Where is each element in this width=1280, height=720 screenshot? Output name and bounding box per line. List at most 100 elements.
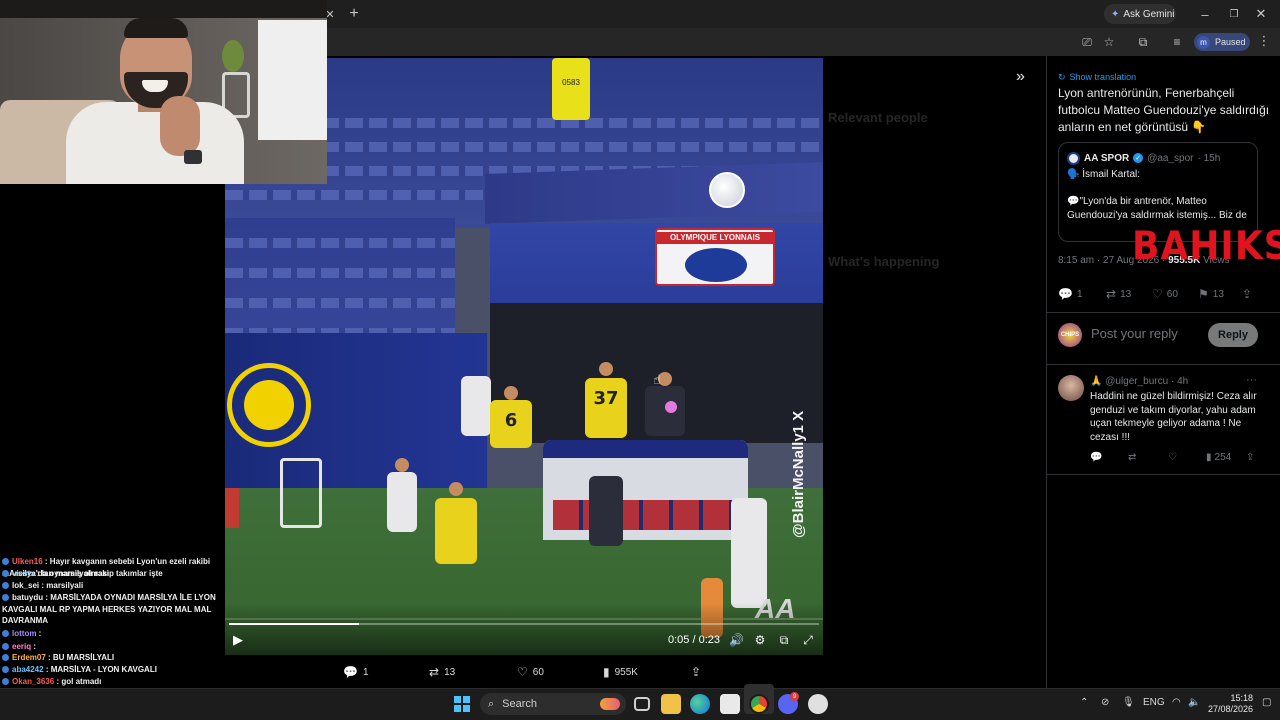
show-translation-link[interactable]: ↻ Show translation bbox=[1058, 70, 1218, 84]
chat-separator: : bbox=[45, 653, 53, 662]
file-explorer-icon[interactable] bbox=[661, 694, 681, 714]
share-action[interactable]: ⇪ bbox=[691, 664, 701, 680]
speaker-icon[interactable]: 🔈 bbox=[1188, 697, 1200, 708]
maximize-window-button[interactable]: ❐ bbox=[1225, 5, 1243, 23]
chat-username[interactable]: Ulken16 bbox=[12, 557, 43, 566]
new-tab-button[interactable]: + bbox=[345, 5, 363, 23]
comment-reply-button[interactable]: 💬 bbox=[1090, 452, 1102, 463]
fullscreen-icon[interactable]: ⤢ bbox=[801, 633, 815, 647]
player-figure bbox=[435, 498, 477, 564]
tweet-like-button[interactable]: ♡ 60 bbox=[1152, 286, 1178, 302]
comment-emoji: 🙏 bbox=[1090, 376, 1103, 387]
wifi-icon[interactable]: ◠ bbox=[1172, 697, 1181, 708]
bookmark-star-icon[interactable]: ☆ bbox=[1100, 33, 1118, 51]
mouse-cursor-icon: ☝ bbox=[653, 372, 661, 387]
tweet-bookmark-count: 13 bbox=[1212, 288, 1224, 300]
notifications-icon[interactable]: ▢ bbox=[1262, 697, 1271, 708]
chat-username[interactable]: viestx bbox=[12, 569, 35, 578]
gemini-spark-icon: ✦ bbox=[1111, 8, 1120, 20]
comment-repost-button[interactable]: ⇄ bbox=[1128, 452, 1136, 463]
edge-browser-icon[interactable] bbox=[690, 694, 710, 714]
reply-button[interactable]: Reply bbox=[1208, 323, 1258, 347]
comment-views[interactable]: ▮ 254 bbox=[1206, 452, 1231, 463]
comment-actions: 💬 ⇄ ♡ ▮ 254 ⇪ bbox=[1090, 452, 1260, 466]
chrome-browser-icon[interactable] bbox=[749, 694, 769, 714]
heart-icon: ♡ bbox=[517, 665, 528, 679]
video-progress-bar[interactable] bbox=[229, 623, 819, 625]
comment-avatar[interactable] bbox=[1058, 375, 1084, 401]
reply-action[interactable]: 💬 1 bbox=[343, 664, 369, 680]
reply-input[interactable]: Post your reply bbox=[1091, 326, 1201, 344]
chat-text: lan marsilyalı rakip takımlar işte bbox=[41, 569, 163, 578]
video-watermark-handle: @BlairMcNally1 X bbox=[790, 410, 807, 538]
clock-time: 15:18 bbox=[1230, 693, 1253, 703]
chat-username[interactable]: Okan_3636 bbox=[12, 677, 54, 686]
quoted-author-name: AA SPOR bbox=[1084, 152, 1130, 164]
views-action[interactable]: ▮ 955K bbox=[603, 664, 638, 680]
comment-handle[interactable]: @ulger_burcu bbox=[1105, 376, 1168, 387]
fenerbahce-crest bbox=[227, 363, 311, 447]
chat-username[interactable]: batuydu bbox=[12, 593, 43, 602]
player-figure bbox=[387, 472, 417, 532]
chat-username[interactable]: lottom bbox=[12, 629, 36, 638]
whats-happening-heading: What's happening bbox=[828, 254, 940, 269]
chat-username[interactable]: eeriq bbox=[12, 642, 31, 651]
task-view-icon[interactable] bbox=[634, 697, 650, 711]
tweet-bookmark-button[interactable]: ⚑ 13 bbox=[1198, 286, 1224, 302]
team-bench bbox=[543, 440, 748, 540]
repost-icon: ⇄ bbox=[1128, 452, 1137, 463]
picture-in-picture-icon[interactable]: ⧉ bbox=[777, 633, 791, 647]
settings-gear-icon[interactable]: ⚙ bbox=[753, 633, 767, 647]
reply-avatar: CHIPS bbox=[1058, 323, 1082, 347]
comment-header: 🙏 @ulger_burcu · 4h bbox=[1090, 376, 1240, 387]
ask-gemini-button[interactable]: ✦ Ask Gemini bbox=[1104, 4, 1176, 24]
close-window-button[interactable]: ✕ bbox=[1252, 5, 1270, 23]
app-icon[interactable] bbox=[808, 694, 828, 714]
profile-paused-button[interactable]: m Paused bbox=[1194, 33, 1250, 51]
chat-message: viestx : lan marsilyalı rakip takımlar i… bbox=[2, 568, 224, 580]
language-indicator[interactable]: ENG bbox=[1143, 697, 1165, 708]
controls-overlay bbox=[225, 603, 823, 655]
chat-username[interactable]: aba4242 bbox=[12, 665, 44, 674]
reply-count: 1 bbox=[362, 666, 369, 678]
like-action[interactable]: ♡ 60 bbox=[517, 664, 544, 680]
tweet-text: Lyon antrenörünün, Fenerbahçeli futbolcu… bbox=[1058, 86, 1270, 134]
taskbar-search[interactable]: ⌕ Search bbox=[480, 693, 626, 715]
chat-message: Erdem07 : BU MARSİLYALI bbox=[2, 652, 224, 664]
quoted-text-body: 💬"Lyon'da bir antrenör, Matteo Guendouzi… bbox=[1067, 196, 1247, 221]
relevant-people-heading: Relevant people bbox=[828, 110, 928, 125]
browser-menu-icon[interactable]: ⋮ bbox=[1256, 33, 1272, 51]
taskbar-clock[interactable]: 15:18 27/08/2026 bbox=[1205, 693, 1253, 715]
video-progress-fill bbox=[229, 623, 359, 625]
comment-like-button[interactable]: ♡ bbox=[1168, 452, 1177, 463]
streamer-watch bbox=[184, 150, 202, 164]
more-options-icon[interactable]: ··· bbox=[1246, 374, 1260, 386]
volume-icon[interactable]: 🔊 bbox=[729, 633, 744, 647]
share-icon: ⇪ bbox=[691, 665, 702, 679]
quoted-tweet-header: AA SPOR ✓ @aa_spor · 15h bbox=[1067, 151, 1257, 165]
reading-list-icon[interactable]: ≡ bbox=[1168, 33, 1186, 51]
tweet-share-button[interactable]: ⇪ bbox=[1242, 286, 1252, 302]
microphone-icon[interactable]: 🎙 bbox=[1122, 697, 1135, 708]
player-head bbox=[599, 362, 613, 376]
tray-overflow-icon[interactable]: ⌃ bbox=[1080, 697, 1088, 708]
expand-panel-icon[interactable]: » bbox=[1016, 68, 1036, 88]
tweet-reply-button[interactable]: 💬 1 bbox=[1058, 286, 1083, 302]
extensions-icon[interactable]: ⧉ bbox=[1134, 33, 1152, 51]
play-icon[interactable]: ▶ bbox=[233, 632, 247, 648]
chat-username[interactable]: lok_sei bbox=[12, 581, 39, 590]
quoted-avatar bbox=[1067, 151, 1080, 165]
chat-separator: : bbox=[31, 642, 37, 651]
cast-icon[interactable]: ⎚ bbox=[1078, 33, 1096, 51]
microsoft-store-icon[interactable] bbox=[720, 694, 740, 714]
chat-username[interactable]: Erdem07 bbox=[12, 653, 46, 662]
tweet-repost-button[interactable]: ⇄ 13 bbox=[1106, 286, 1131, 302]
repost-action[interactable]: ⇄ 13 bbox=[429, 664, 455, 680]
chat-badge-icon bbox=[2, 654, 9, 661]
comment-time: · 4h bbox=[1170, 376, 1189, 387]
stream-chat: Ulken16 : Hayır kavganın sebebi Lyon'un … bbox=[0, 554, 225, 688]
minimize-window-button[interactable]: – bbox=[1196, 5, 1214, 23]
network-off-icon[interactable]: ⊘ bbox=[1101, 697, 1109, 708]
comment-share-button[interactable]: ⇪ bbox=[1246, 452, 1254, 463]
windows-start-icon[interactable] bbox=[454, 696, 470, 712]
